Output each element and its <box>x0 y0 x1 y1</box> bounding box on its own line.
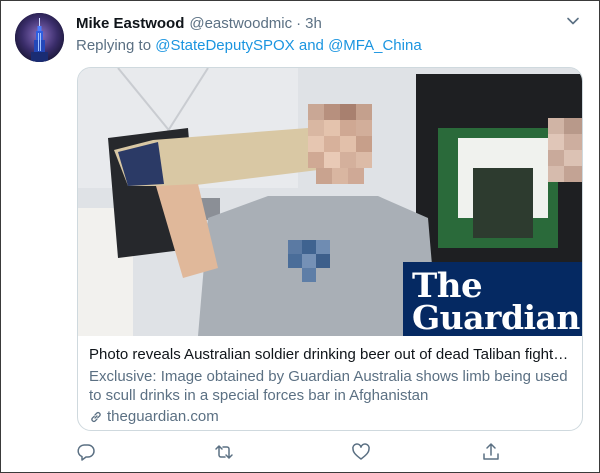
card-domain-text: theguardian.com <box>107 408 219 425</box>
author-handle[interactable]: @eastwoodmic <box>189 15 292 32</box>
link-card[interactable]: The Guardian Photo reveals Australian so… <box>77 67 583 431</box>
author-name[interactable]: Mike Eastwood <box>76 15 184 32</box>
tweet-timestamp[interactable]: 3h <box>305 15 322 32</box>
retweet-button[interactable] <box>214 442 236 464</box>
guardian-logo: The Guardian <box>403 262 582 336</box>
reply-button[interactable] <box>76 442 98 464</box>
tweet-actions <box>76 442 516 464</box>
card-image[interactable]: The Guardian <box>78 68 582 336</box>
mention-and: and <box>298 37 324 54</box>
separator-dot: · <box>296 14 302 32</box>
tweet-frame: Mike Eastwood @eastwoodmic · 3h Replying… <box>0 0 600 473</box>
chevron-down-icon[interactable] <box>565 13 581 29</box>
mention-link-2[interactable]: @MFA_China <box>328 37 422 54</box>
empire-state-building-icon <box>15 13 64 62</box>
avatar[interactable] <box>15 13 64 62</box>
mention-link-1[interactable]: @StateDeputySPOX <box>155 37 294 54</box>
retweet-icon <box>215 445 233 459</box>
like-button[interactable] <box>351 442 373 464</box>
heart-icon <box>352 443 370 460</box>
card-text: Photo reveals Australian soldier drinkin… <box>78 336 582 427</box>
link-icon <box>91 411 101 423</box>
tweet-header: Mike Eastwood @eastwoodmic · 3h <box>76 13 322 33</box>
card-description: Exclusive: Image obtained by Guardian Au… <box>89 368 568 404</box>
card-title[interactable]: Photo reveals Australian soldier drinkin… <box>89 345 571 365</box>
replying-to-label: Replying to <box>76 37 152 54</box>
reply-icon <box>77 444 95 461</box>
logo-line-2: Guardian <box>412 298 580 336</box>
card-domain: theguardian.com <box>89 407 571 427</box>
share-icon <box>483 443 499 460</box>
share-button[interactable] <box>481 442 503 464</box>
replying-to-line: Replying to @StateDeputySPOX and @MFA_Ch… <box>76 37 422 54</box>
